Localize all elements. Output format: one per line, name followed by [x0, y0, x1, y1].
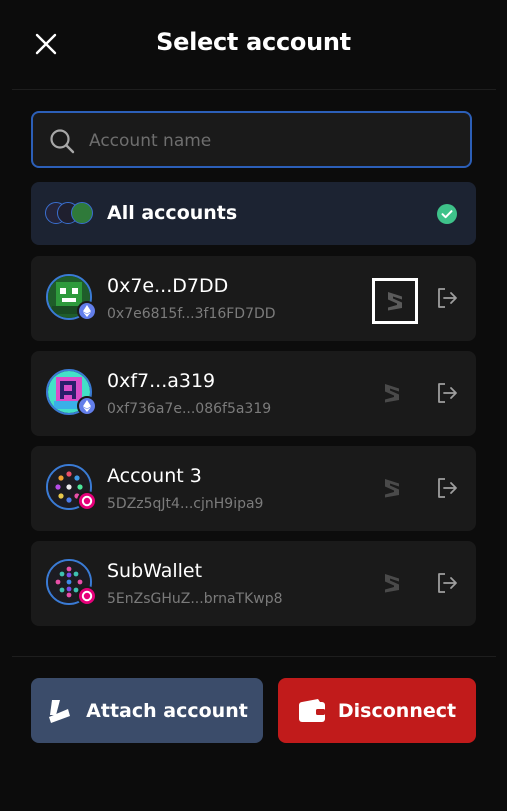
logout-icon[interactable]: [435, 286, 459, 310]
account-address: 0x7e6815f...3f16FD7DD: [107, 306, 276, 322]
search-icon: [50, 129, 75, 154]
disconnect-label: Disconnect: [337, 699, 457, 722]
subwallet-logo-icon: [385, 574, 399, 593]
search-input[interactable]: [87, 113, 461, 168]
disconnect-button[interactable]: Disconnect: [278, 678, 476, 743]
account-avatar-stack: [45, 202, 97, 226]
account-item[interactable]: 0x7e...D7DD 0x7e6815f...3f16FD7DD: [31, 256, 476, 341]
all-accounts-item[interactable]: All accounts: [31, 182, 476, 245]
polkadot-icon: [77, 491, 97, 511]
ethereum-icon: [77, 396, 97, 416]
subwallet-button[interactable]: [372, 373, 418, 419]
header: Select account: [0, 0, 507, 90]
logout-icon[interactable]: [435, 476, 459, 500]
subwallet-logo-icon: [385, 384, 399, 403]
page-title: Select account: [156, 28, 351, 56]
attach-account-button[interactable]: Attach account: [31, 678, 263, 743]
account-name: SubWallet: [107, 560, 203, 582]
account-address: 5EnZsGHuZ...brnaTKwp8: [107, 591, 283, 607]
account-item[interactable]: 0xf7...a319 0xf736a7e...086f5a319: [31, 351, 476, 436]
account-item[interactable]: Account 3 5DZz5qJt4...cjnH9ipa9: [31, 446, 476, 531]
attach-account-icon: [49, 699, 71, 723]
wallet-icon: [298, 698, 325, 722]
subwallet-logo-icon: [388, 292, 402, 311]
logout-icon[interactable]: [435, 571, 459, 595]
subwallet-button[interactable]: [372, 563, 418, 609]
ethereum-icon: [77, 301, 97, 321]
account-name: 0x7e...D7DD: [107, 275, 229, 297]
footer-divider: [12, 656, 496, 657]
account-name: Account 3: [107, 465, 202, 487]
search-box[interactable]: [31, 111, 472, 168]
logout-icon[interactable]: [435, 381, 459, 405]
check-circle-icon: [437, 204, 457, 224]
subwallet-button[interactable]: [372, 468, 418, 514]
account-address: 0xf736a7e...086f5a319: [107, 401, 272, 417]
account-address: 5DZz5qJt4...cjnH9ipa9: [107, 496, 264, 512]
subwallet-button[interactable]: [372, 278, 418, 324]
attach-account-label: Attach account: [86, 699, 248, 722]
polkadot-icon: [77, 586, 97, 606]
account-item[interactable]: SubWallet 5EnZsGHuZ...brnaTKwp8: [31, 541, 476, 626]
header-divider: [12, 89, 496, 90]
account-name: 0xf7...a319: [107, 370, 216, 392]
all-accounts-label: All accounts: [107, 202, 238, 224]
subwallet-logo-icon: [385, 479, 399, 498]
